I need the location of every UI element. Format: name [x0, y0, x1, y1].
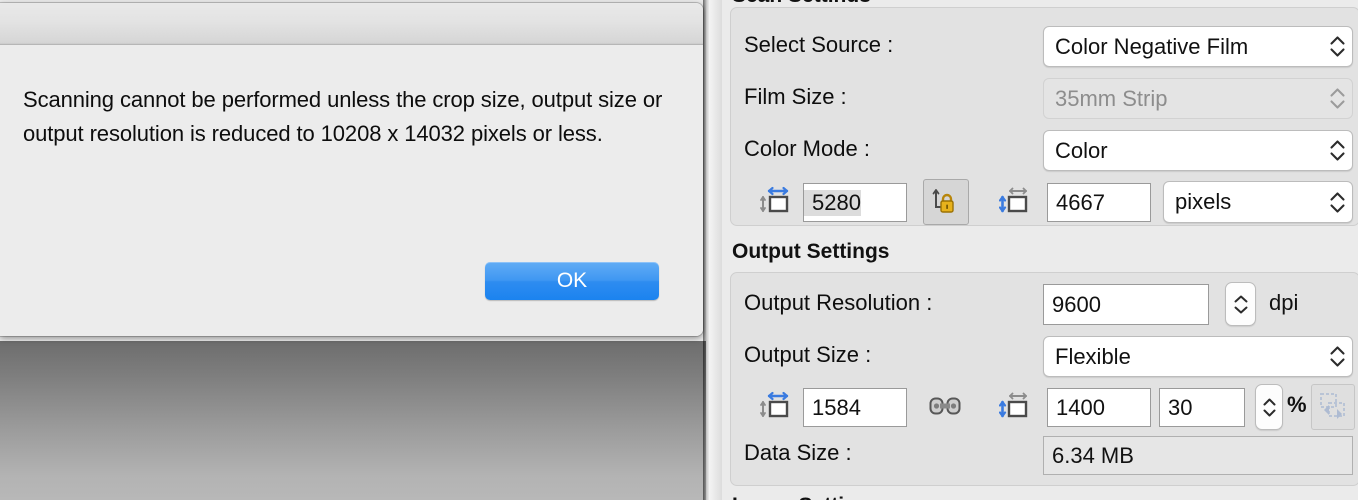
crop-height-input[interactable]: 4667: [1047, 183, 1151, 222]
film-size-dropdown: 35mm Strip: [1043, 78, 1353, 119]
scan-settings-group: Select Source : Color Negative Film Film…: [730, 7, 1358, 226]
output-settings-group: Output Resolution : 9600 dpi Output Size…: [730, 272, 1358, 486]
output-size-value: Flexible: [1055, 343, 1131, 369]
output-height-value: 1400: [1056, 394, 1105, 420]
output-width-value: 1584: [812, 394, 861, 420]
crop-unit-dropdown[interactable]: pixels: [1163, 181, 1353, 223]
data-size-label: Data Size :: [744, 440, 852, 465]
film-size-label: Film Size :: [744, 84, 847, 109]
chevron-updown-icon: [1322, 131, 1352, 170]
scan-preview-image: [0, 341, 706, 500]
percent-unit-label: %: [1287, 392, 1307, 417]
select-source-value: Color Negative Film: [1055, 33, 1249, 59]
data-size-value-box: 6.34 MB: [1043, 436, 1353, 475]
output-size-label: Output Size :: [744, 342, 872, 367]
film-size-value: 35mm Strip: [1055, 85, 1168, 111]
crop-height-value: 4667: [1056, 189, 1105, 215]
width-icon: [760, 390, 790, 422]
alert-dialog: Scanning cannot be performed unless the …: [0, 3, 703, 336]
select-source-dropdown[interactable]: Color Negative Film: [1043, 26, 1353, 67]
pane-divider: [709, 0, 722, 500]
color-mode-dropdown[interactable]: Color: [1043, 130, 1353, 171]
chevron-updown-icon: [1322, 337, 1352, 376]
crop-width-value: 5280: [804, 189, 861, 216]
dpi-unit-label: dpi: [1269, 290, 1299, 315]
chevron-updown-icon: [1322, 27, 1352, 66]
chevron-updown-icon: [1322, 182, 1352, 222]
preview-pane: Scanning cannot be performed unless the …: [0, 0, 706, 500]
dialog-message-text: Scanning cannot be performed unless the …: [23, 87, 663, 146]
dialog-titlebar[interactable]: [0, 3, 703, 45]
color-mode-label: Color Mode :: [744, 136, 870, 161]
chain-link-icon[interactable]: [929, 392, 961, 420]
output-resolution-value: 9600: [1052, 291, 1101, 317]
data-size-value: 6.34 MB: [1052, 442, 1134, 468]
swap-orientation-icon: [1311, 384, 1355, 430]
ok-button[interactable]: OK: [485, 262, 659, 300]
dialog-body: Scanning cannot be performed unless the …: [0, 45, 703, 336]
output-settings-heading: Output Settings: [732, 240, 890, 263]
output-resolution-stepper[interactable]: [1225, 282, 1256, 326]
output-scale-value: 30: [1168, 394, 1193, 420]
output-scale-stepper[interactable]: [1255, 384, 1283, 430]
output-size-dropdown[interactable]: Flexible: [1043, 336, 1353, 377]
output-resolution-label: Output Resolution :: [744, 290, 933, 315]
select-source-label: Select Source :: [744, 32, 894, 57]
height-icon: [999, 185, 1029, 217]
width-icon: [760, 185, 790, 217]
output-height-input[interactable]: 1400: [1047, 388, 1151, 427]
output-width-input[interactable]: 1584: [803, 388, 907, 427]
color-mode-value: Color: [1055, 137, 1108, 163]
lock-aspect-icon[interactable]: [923, 179, 969, 225]
chevron-updown-icon: [1322, 79, 1352, 118]
output-scale-input[interactable]: 30: [1159, 388, 1245, 427]
settings-pane: Scan Settings Select Source : Color Nega…: [722, 0, 1358, 500]
app-screenshot: Scanning cannot be performed unless the …: [0, 0, 1358, 500]
height-icon: [999, 390, 1029, 422]
scan-settings-heading: Scan Settings: [732, 0, 871, 2]
crop-unit-value: pixels: [1175, 189, 1232, 214]
crop-width-input[interactable]: 5280: [803, 183, 907, 222]
image-settings-heading: Image Settings: [732, 494, 881, 500]
output-resolution-input[interactable]: 9600: [1043, 284, 1209, 325]
